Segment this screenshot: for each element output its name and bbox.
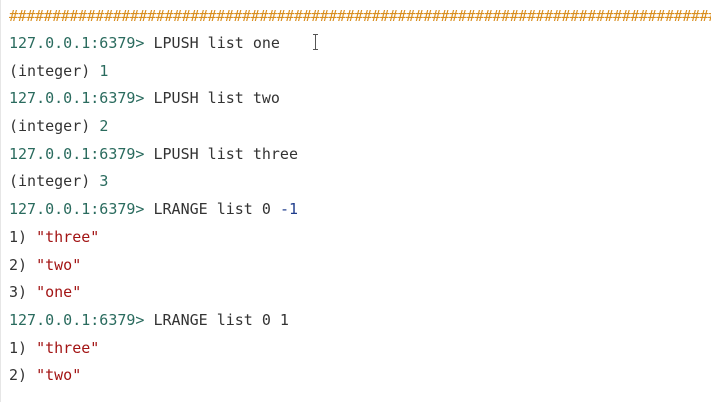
result-line: (integer) 3 [9, 168, 709, 196]
command: LRANGE list 0 [153, 200, 271, 219]
command: LPUSH list two [153, 89, 280, 108]
command: LPUSH list one [153, 34, 280, 52]
command: LPUSH list three [153, 144, 299, 163]
prompt: 127.0.0.1:6379> [9, 310, 145, 329]
prompt: 127.0.0.1:6379> [9, 89, 145, 108]
result-value: 3 [99, 172, 109, 191]
list-value: "two" [36, 366, 82, 385]
list-value: "three" [36, 338, 100, 357]
result-line: (integer) 1 [9, 58, 709, 86]
result-line: (integer) 2 [9, 113, 709, 141]
text-cursor-icon [312, 34, 320, 50]
command: LRANGE list 0 1 [153, 310, 289, 329]
list-item: 1) "three" [9, 224, 709, 252]
type-label: (integer) [9, 117, 91, 136]
list-index: 3) [9, 283, 28, 302]
list-item: 1) "three" [9, 335, 709, 363]
result-value: 2 [99, 117, 109, 136]
list-value: "three" [36, 227, 100, 246]
type-label: (integer) [9, 172, 91, 191]
list-index: 1) [9, 227, 28, 246]
terminal-output: 127.0.0.1:6379> LPUSH list one (integer)… [9, 30, 709, 390]
command-line: 127.0.0.1:6379> LRANGE list 0 1 [9, 307, 709, 335]
list-item: 2) "two" [9, 362, 709, 390]
separator-line: ########################################… [9, 7, 711, 25]
command-line: 127.0.0.1:6379> LPUSH list one [9, 30, 709, 58]
list-index: 2) [9, 255, 28, 274]
prompt: 127.0.0.1:6379> [9, 200, 145, 219]
code-block: ########################################… [0, 0, 716, 402]
prompt: 127.0.0.1:6379> [9, 144, 145, 163]
list-index: 2) [9, 366, 28, 385]
command-arg: -1 [279, 200, 298, 219]
list-index: 1) [9, 338, 28, 357]
command-line: 127.0.0.1:6379> LPUSH list three [9, 141, 709, 169]
list-value: "one" [36, 283, 82, 302]
prompt: 127.0.0.1:6379> [9, 34, 145, 52]
list-value: "two" [36, 255, 82, 274]
result-value: 1 [99, 61, 109, 80]
command-line: 127.0.0.1:6379> LPUSH list two [9, 85, 709, 113]
list-item: 2) "two" [9, 252, 709, 280]
command-line: 127.0.0.1:6379> LRANGE list 0 -1 [9, 196, 709, 224]
list-item: 3) "one" [9, 279, 709, 307]
type-label: (integer) [9, 61, 91, 80]
